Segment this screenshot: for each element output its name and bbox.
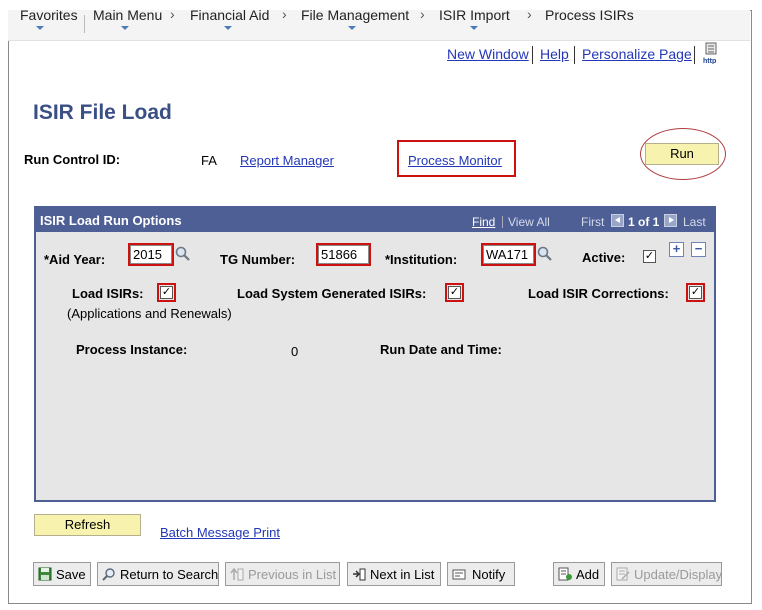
save-icon bbox=[38, 567, 52, 581]
svg-text:http: http bbox=[703, 58, 716, 64]
load-isirs-note: (Applications and Renewals) bbox=[67, 306, 232, 321]
run-control-id-label: Run Control ID: bbox=[24, 152, 121, 167]
isir-import-dropdown-icon[interactable] bbox=[470, 26, 478, 30]
nav-favorites[interactable]: Favorites bbox=[20, 7, 78, 23]
batch-message-print-link[interactable]: Batch Message Print bbox=[160, 525, 280, 540]
process-instance-label: Process Instance: bbox=[76, 342, 188, 357]
nav-file-management[interactable]: File Management bbox=[301, 7, 409, 23]
next-row-icon[interactable] bbox=[664, 214, 677, 227]
find-link[interactable]: Find bbox=[472, 215, 495, 229]
nav-divider bbox=[84, 15, 85, 33]
next-in-list-label: Next in List bbox=[370, 567, 435, 582]
new-window-link[interactable]: New Window bbox=[447, 46, 529, 62]
run-control-id-value: FA bbox=[201, 153, 217, 168]
first-label: First bbox=[581, 215, 605, 229]
institution-lookup-icon[interactable] bbox=[537, 246, 553, 262]
delete-row-icon[interactable]: − bbox=[691, 242, 706, 257]
previous-in-list-label: Previous in List bbox=[248, 567, 337, 582]
run-button[interactable]: Run bbox=[645, 143, 719, 165]
notify-icon bbox=[452, 569, 466, 580]
nav-isir-import[interactable]: ISIR Import bbox=[439, 7, 510, 23]
panel-header: ISIR Load Run Options Find View All Firs… bbox=[36, 208, 714, 232]
report-manager-link[interactable]: Report Manager bbox=[240, 153, 334, 168]
load-isirs-label: Load ISIRs: bbox=[72, 286, 144, 301]
active-checkbox[interactable]: ✓ bbox=[643, 250, 656, 263]
add-button[interactable]: Add bbox=[553, 562, 605, 586]
process-monitor-link[interactable]: Process Monitor bbox=[408, 153, 502, 168]
previous-in-list-icon bbox=[230, 567, 244, 581]
next-in-list-button[interactable]: Next in List bbox=[347, 562, 441, 586]
next-in-list-icon bbox=[353, 568, 366, 581]
return-to-search-label: Return to Search bbox=[120, 567, 219, 582]
aid-year-field[interactable]: 2015 bbox=[130, 245, 172, 264]
panel-header-divider bbox=[502, 216, 503, 228]
search-icon bbox=[102, 568, 115, 581]
link-divider bbox=[694, 46, 695, 64]
file-management-dropdown-icon[interactable] bbox=[348, 26, 356, 30]
previous-in-list-button[interactable]: Previous in List bbox=[225, 562, 340, 586]
breadcrumb-arrow-icon: › bbox=[170, 6, 175, 22]
main-menu-dropdown-icon[interactable] bbox=[121, 26, 129, 30]
personalize-page-link[interactable]: Personalize Page bbox=[582, 46, 692, 62]
nav-process-isirs[interactable]: Process ISIRs bbox=[545, 7, 634, 23]
add-row-icon[interactable]: + bbox=[669, 242, 684, 257]
return-to-search-button[interactable]: Return to Search bbox=[97, 562, 219, 586]
row-count: 1 of 1 bbox=[628, 215, 660, 229]
previous-row-icon[interactable] bbox=[611, 214, 624, 227]
institution-field[interactable]: WA171 bbox=[483, 245, 534, 264]
load-isirs-checkbox[interactable]: ✓ bbox=[160, 286, 173, 299]
active-label: Active: bbox=[582, 250, 626, 265]
update-display-label: Update/Display bbox=[634, 567, 723, 582]
add-label: Add bbox=[576, 567, 600, 582]
notify-button[interactable]: Notify bbox=[447, 562, 515, 586]
process-instance-value: 0 bbox=[291, 344, 299, 359]
institution-label: *Institution: bbox=[385, 252, 458, 267]
nav-main-menu[interactable]: Main Menu bbox=[93, 7, 162, 23]
refresh-button[interactable]: Refresh bbox=[34, 514, 141, 536]
save-label: Save bbox=[56, 567, 86, 582]
update-display-icon bbox=[616, 567, 630, 581]
financial-aid-dropdown-icon[interactable] bbox=[224, 26, 232, 30]
load-isir-corrections-label: Load ISIR Corrections: bbox=[528, 286, 669, 301]
notify-label: Notify bbox=[472, 567, 506, 582]
aid-year-lookup-icon[interactable] bbox=[175, 246, 191, 262]
link-divider bbox=[574, 46, 575, 64]
tg-number-field[interactable]: 51866 bbox=[318, 245, 369, 264]
tg-number-label: TG Number: bbox=[220, 252, 296, 267]
http-link-icon[interactable]: http bbox=[702, 42, 720, 64]
load-system-generated-isirs-label: Load System Generated ISIRs: bbox=[237, 286, 427, 301]
add-icon bbox=[558, 567, 572, 581]
run-date-and-time-label: Run Date and Time: bbox=[380, 342, 502, 357]
help-link[interactable]: Help bbox=[540, 46, 569, 62]
aid-year-label: *Aid Year: bbox=[44, 252, 106, 267]
load-isir-corrections-checkbox[interactable]: ✓ bbox=[689, 286, 702, 299]
favorites-dropdown-icon[interactable] bbox=[36, 26, 44, 30]
load-system-generated-isirs-checkbox[interactable]: ✓ bbox=[448, 286, 461, 299]
view-all-link[interactable]: View All bbox=[508, 215, 550, 229]
link-divider bbox=[532, 46, 533, 64]
panel-title: ISIR Load Run Options bbox=[40, 213, 182, 228]
breadcrumb-arrow-icon: › bbox=[527, 6, 532, 22]
breadcrumb-arrow-icon: › bbox=[282, 6, 287, 22]
nav-financial-aid[interactable]: Financial Aid bbox=[190, 7, 269, 23]
page-title: ISIR File Load bbox=[33, 101, 172, 124]
update-display-button[interactable]: Update/Display bbox=[611, 562, 722, 586]
breadcrumb-arrow-icon: › bbox=[420, 6, 425, 22]
last-label: Last bbox=[683, 215, 706, 229]
save-button[interactable]: Save bbox=[33, 562, 91, 586]
